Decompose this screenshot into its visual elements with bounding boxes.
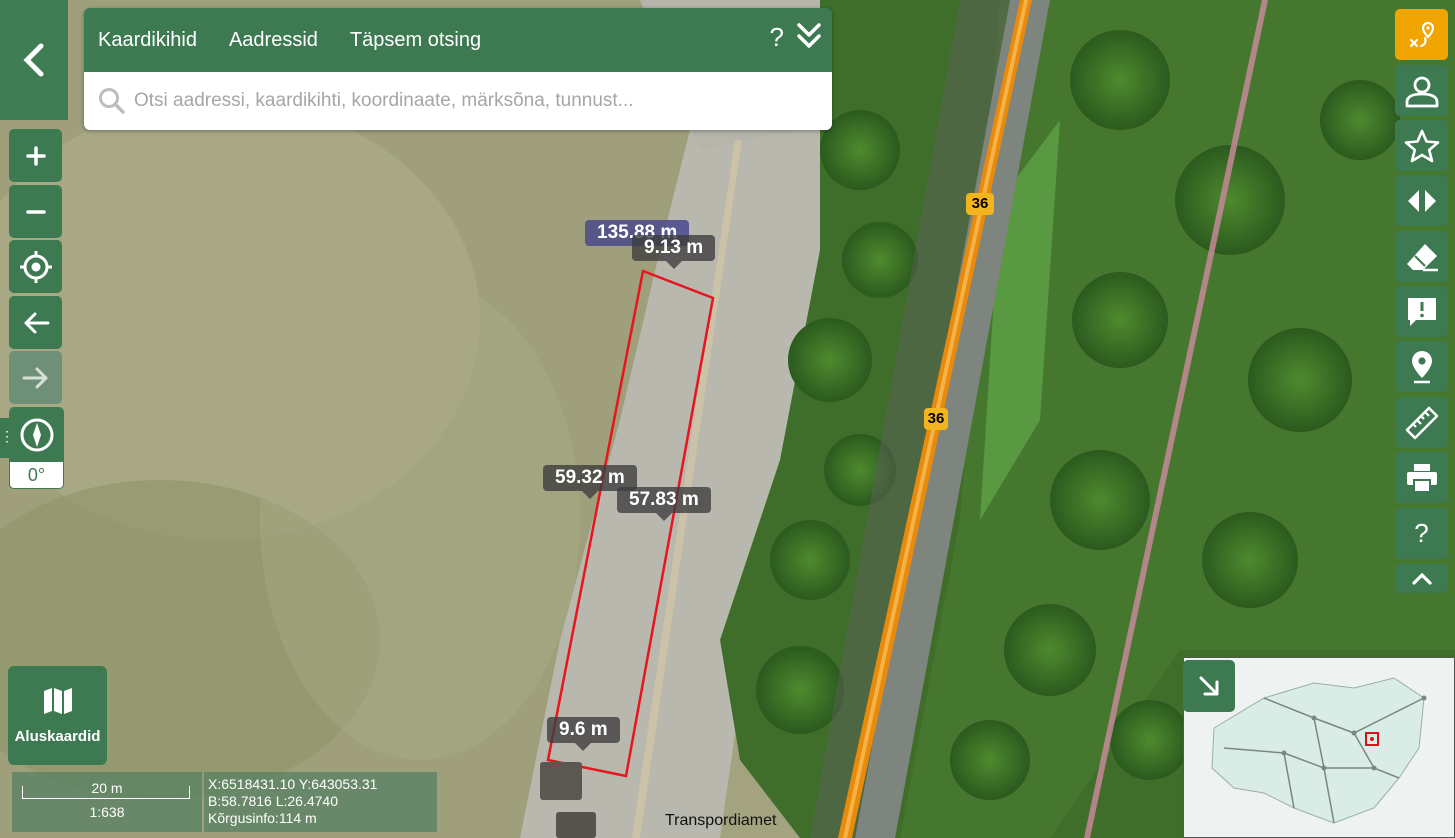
coordinate-xy: X:6518431.10 Y:643053.31	[208, 776, 378, 792]
ruler-icon	[1405, 406, 1438, 439]
measure-button[interactable]	[1395, 397, 1448, 448]
compass-control[interactable]: 0°	[9, 407, 64, 489]
tab-map-layers[interactable]: Kaardikihid	[98, 29, 197, 52]
coordinate-readout: X:6518431.10 Y:643053.31 B:58.7816 L:26.…	[204, 772, 437, 832]
swap-arrows-icon	[1407, 189, 1436, 212]
eraser-icon	[1406, 243, 1438, 271]
feedback-button[interactable]	[1395, 286, 1448, 337]
arrow-left-icon	[24, 312, 49, 333]
chevron-left-icon	[23, 43, 44, 77]
favorites-button[interactable]	[1395, 120, 1448, 171]
comment-alert-icon	[1407, 297, 1436, 326]
plus-icon	[25, 145, 46, 166]
arrow-right-icon	[22, 367, 47, 388]
toolbar-collapse-button[interactable]	[1395, 564, 1448, 593]
measure-segment-label: 9.6 m	[547, 717, 620, 751]
help-menu-button[interactable]: ?	[1395, 508, 1448, 559]
printer-icon	[1406, 463, 1437, 493]
star-icon	[1404, 129, 1439, 162]
map-icon	[43, 688, 72, 714]
coordinate-bl: B:58.7816 L:26.4740	[208, 793, 339, 809]
print-button[interactable]	[1395, 452, 1448, 503]
scale-ratio: 1:638	[89, 804, 125, 820]
route-pin-icon	[1409, 21, 1434, 47]
history-forward-button[interactable]	[9, 351, 62, 404]
arrow-down-right-icon	[1199, 676, 1219, 696]
chevron-up-icon	[1411, 572, 1432, 585]
search-panel: Kaardikihid Aadressid Täpsem otsing ?	[84, 8, 832, 130]
user-icon	[1405, 76, 1438, 107]
compass-icon	[20, 418, 53, 452]
minus-icon	[25, 209, 46, 214]
eraser-button[interactable]	[1395, 231, 1448, 282]
basemap-label: Aluskaardid	[14, 728, 101, 745]
question-icon: ?	[1414, 518, 1429, 548]
compare-button[interactable]	[1395, 175, 1448, 226]
rotation-readout: 0°	[10, 462, 63, 488]
basemap-button[interactable]: Aluskaardid	[8, 666, 107, 765]
double-chevron-down-icon[interactable]	[796, 22, 822, 55]
crosshair-icon	[19, 250, 52, 283]
search-input[interactable]	[132, 89, 816, 113]
locate-button[interactable]	[9, 240, 62, 293]
back-button[interactable]	[0, 0, 68, 120]
scale-distance: 20 m	[91, 780, 123, 796]
measure-segment-label: 9.13 m	[632, 235, 716, 269]
account-button[interactable]	[1395, 65, 1448, 116]
tab-advanced-search[interactable]: Täpsem otsing	[350, 29, 481, 52]
map-pin-icon	[1411, 350, 1432, 383]
tab-addresses[interactable]: Aadressid	[229, 29, 318, 52]
height-info: Kõrgusinfo:114 m	[208, 810, 317, 826]
route-button[interactable]	[1395, 9, 1448, 60]
road-number-badge: 36	[924, 408, 948, 430]
history-back-button[interactable]	[9, 296, 62, 349]
zoom-in-button[interactable]	[9, 129, 62, 182]
measure-segment-label: 57.83 m	[617, 487, 711, 521]
scale-bar: 20 m 1:638	[12, 772, 202, 832]
attribution: Transpordiamet	[665, 812, 777, 829]
zoom-out-button[interactable]	[9, 185, 62, 238]
overview-collapse-button[interactable]	[1183, 660, 1235, 712]
search-icon	[99, 88, 125, 114]
search-row	[84, 72, 832, 130]
help-button[interactable]: ?	[770, 22, 784, 53]
search-tabs: Kaardikihid Aadressid Täpsem otsing ?	[84, 8, 832, 72]
marker-button[interactable]	[1395, 341, 1448, 392]
road-number-badge: 36	[966, 193, 994, 215]
